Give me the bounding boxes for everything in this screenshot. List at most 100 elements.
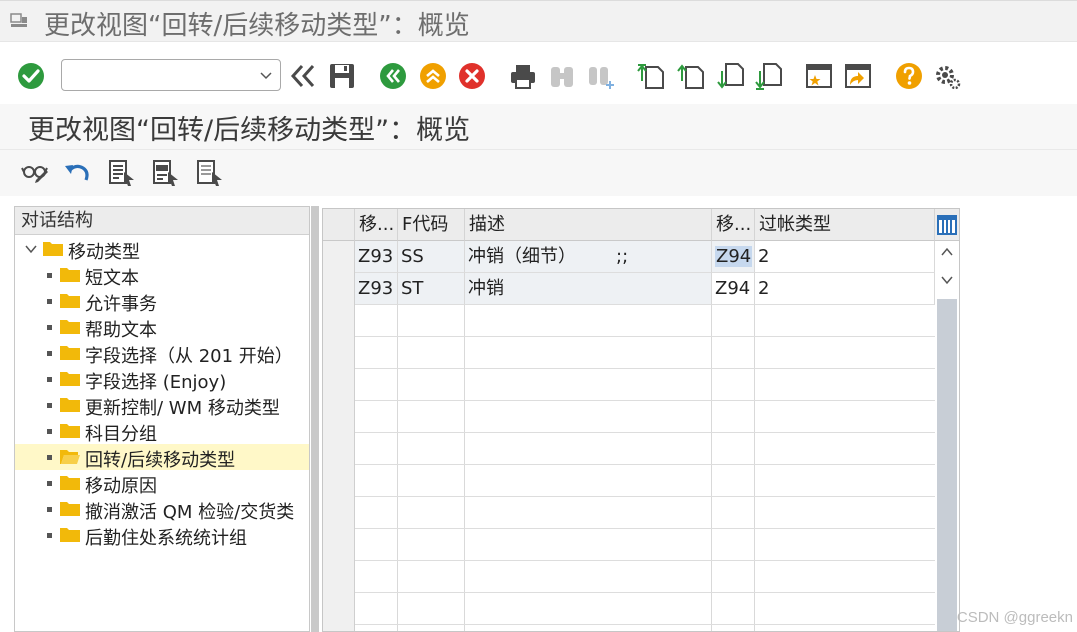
- deselect-all-icon[interactable]: [194, 158, 224, 188]
- table-cell: 冲销: [465, 273, 712, 305]
- table-cell: ST: [398, 273, 465, 305]
- column-header[interactable]: 描述: [465, 209, 712, 241]
- table-cell: Z93: [355, 241, 398, 273]
- tree-item-label: 短文本: [85, 268, 139, 289]
- bullet-icon: [47, 455, 52, 460]
- cell-value-selected[interactable]: Z94: [715, 246, 753, 267]
- splitter[interactable]: [311, 206, 319, 632]
- column-header[interactable]: 过帐类型: [755, 209, 935, 241]
- window-menu-icon[interactable]: [10, 13, 28, 29]
- page-title: 更改视图“回转/后续移动类型”：概览: [28, 115, 471, 146]
- tree-node-label: 移动类型: [68, 242, 140, 263]
- tree-item-label: 移动原因: [85, 476, 157, 497]
- chevron-down-icon[interactable]: [25, 244, 37, 254]
- command-input[interactable]: [68, 60, 248, 88]
- column-header[interactable]: F代码: [398, 209, 465, 241]
- table-settings-button[interactable]: [935, 209, 959, 241]
- row-selector-header[interactable]: [323, 209, 355, 241]
- tree-item[interactable]: 字段选择（从 201 开始）: [15, 340, 309, 367]
- select-all-icon[interactable]: [106, 158, 136, 188]
- display-change-icon[interactable]: [20, 158, 50, 188]
- tree-item-label: 撤消激活 QM 检验/交货类: [85, 502, 295, 523]
- row-selector-column[interactable]: [323, 241, 355, 631]
- tree-item[interactable]: 科目分组: [15, 418, 309, 445]
- bullet-icon: [47, 533, 52, 538]
- tree-item-label: 允许事务: [85, 294, 157, 315]
- folder-icon: [60, 476, 80, 490]
- scroll-up-icon[interactable]: [941, 247, 953, 257]
- bullet-icon: [47, 403, 52, 408]
- column-header[interactable]: 移...: [712, 209, 755, 241]
- scrollbar-thumb[interactable]: [937, 299, 957, 631]
- tree-item[interactable]: 更新控制/ WM 移动类型: [15, 392, 309, 419]
- bullet-icon: [47, 273, 52, 278]
- table-cell-editable[interactable]: 2: [755, 241, 935, 273]
- table-cell-editable[interactable]: Z94: [712, 273, 755, 305]
- tree-item[interactable]: 短文本: [15, 262, 309, 289]
- back-icon[interactable]: [288, 61, 318, 91]
- first-page-icon[interactable]: [636, 61, 666, 91]
- customize-icon[interactable]: [932, 61, 962, 91]
- column-header[interactable]: 移...: [355, 209, 398, 241]
- table-cell-editable[interactable]: 2: [755, 273, 935, 305]
- exit-icon[interactable]: [418, 61, 448, 91]
- table-control: 移... F代码 描述 移... 过帐类型 Z93 SS 冲销（细节） ;; Z…: [322, 208, 960, 632]
- standard-toolbar: [0, 48, 1077, 104]
- tree-item[interactable]: 帮助文本: [15, 314, 309, 341]
- table-settings-icon[interactable]: [937, 215, 957, 235]
- scroll-down-icon[interactable]: [941, 275, 953, 285]
- find-next-icon[interactable]: [586, 61, 616, 91]
- tree-node-root[interactable]: 移动类型: [15, 236, 309, 263]
- previous-page-icon[interactable]: [676, 61, 706, 91]
- command-field[interactable]: [61, 59, 281, 91]
- undo-icon[interactable]: [62, 158, 92, 188]
- application-toolbar: [0, 150, 1077, 196]
- folder-icon: [60, 502, 80, 516]
- back-green-icon[interactable]: [378, 61, 408, 91]
- watermark: CSDN @ggreekn: [956, 609, 1073, 626]
- folder-icon: [60, 346, 80, 360]
- tree-item[interactable]: 允许事务: [15, 288, 309, 315]
- main-area: 对话结构 移动类型 短文本 允许事务 帮助文本 字段选择（从 201 开始） 字…: [0, 196, 1077, 632]
- folder-icon: [60, 372, 80, 386]
- enter-icon[interactable]: [16, 61, 46, 91]
- folder-icon: [60, 528, 80, 542]
- tree-item-label: 科目分组: [85, 424, 157, 445]
- create-session-icon[interactable]: [804, 61, 834, 91]
- next-page-icon[interactable]: [716, 61, 746, 91]
- last-page-icon[interactable]: [754, 61, 784, 91]
- bullet-icon: [47, 299, 52, 304]
- select-block-icon[interactable]: [150, 158, 180, 188]
- dialog-structure-tree: 对话结构 移动类型 短文本 允许事务 帮助文本 字段选择（从 201 开始） 字…: [14, 206, 310, 632]
- folder-icon: [60, 294, 80, 308]
- tree-item-label: 字段选择（从 201 开始）: [85, 346, 293, 367]
- bullet-icon: [47, 325, 52, 330]
- folder-icon: [60, 268, 80, 282]
- find-icon[interactable]: [547, 61, 577, 91]
- tree-item-label: 更新控制/ WM 移动类型: [85, 398, 280, 419]
- bullet-icon: [47, 429, 52, 434]
- save-icon[interactable]: [327, 61, 357, 91]
- tree-item-label: 帮助文本: [85, 320, 157, 341]
- empty-rows: [355, 305, 935, 631]
- vertical-scrollbar[interactable]: [935, 241, 959, 631]
- tree-item[interactable]: 后勤住处系统统计组: [15, 522, 309, 549]
- tree-item-selected[interactable]: 回转/后续移动类型: [15, 444, 309, 471]
- print-icon[interactable]: [508, 61, 538, 91]
- table-cell: 冲销（细节） ;;: [465, 241, 712, 273]
- table-cell-editable[interactable]: Z94: [712, 241, 755, 273]
- bullet-icon: [47, 351, 52, 356]
- tree-item[interactable]: 移动原因: [15, 470, 309, 497]
- shortcut-icon[interactable]: [843, 61, 873, 91]
- help-icon[interactable]: [894, 61, 924, 91]
- tree-item[interactable]: 字段选择 (Enjoy): [15, 366, 309, 393]
- cancel-icon[interactable]: [457, 61, 487, 91]
- bullet-icon: [47, 377, 52, 382]
- tree-header: 对话结构: [15, 207, 309, 235]
- open-folder-icon: [60, 450, 80, 464]
- folder-icon: [43, 242, 63, 256]
- tree-item[interactable]: 撤消激活 QM 检验/交货类: [15, 496, 309, 523]
- folder-icon: [60, 320, 80, 334]
- chevron-down-icon[interactable]: [260, 69, 272, 81]
- tree-item-label: 字段选择 (Enjoy): [85, 372, 227, 393]
